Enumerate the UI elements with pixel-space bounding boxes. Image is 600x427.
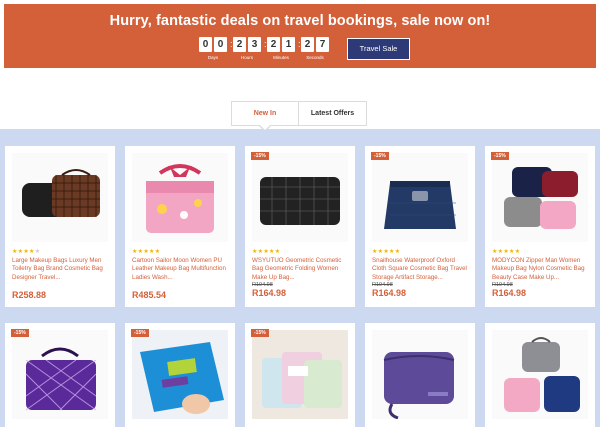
countdown-digit: 1 (282, 37, 295, 52)
discount-badge: -15% (371, 152, 389, 160)
rating-stars: ★★★★★ (132, 249, 161, 255)
product-card[interactable]: -15% ★★★★★ WSYUTUO Geometric Cosmetic Ba… (245, 146, 355, 307)
countdown-digit: 2 (301, 37, 314, 52)
rating-stars: ★★★★★ (492, 249, 521, 255)
product-title[interactable]: WSYUTUO Geometric Cosmetic Bag Geometric… (252, 257, 350, 282)
countdown-label: Minutes (273, 55, 289, 60)
product-card[interactable]: -15% ★★★★★ MODYCON Zipper Man Women Make… (485, 146, 595, 307)
rating-stars: ★★★★★ (372, 249, 401, 255)
product-card[interactable]: ★★★★★ Cartoon Sailor Moon Women PU Leath… (125, 146, 235, 307)
product-card[interactable]: -15% (125, 323, 235, 427)
travel-sale-button[interactable]: Travel Sale (347, 38, 410, 60)
black-geometric-bag-icon (252, 153, 348, 242)
countdown-label: Days (207, 55, 219, 60)
discount-badge: -15% (131, 329, 149, 337)
navy-square-bag-icon (372, 153, 468, 242)
countdown-label: Hours (240, 55, 253, 60)
promo-banner: Hurry, fantastic deals on travel booking… (4, 4, 596, 68)
product-grid: ★★★★★ Large Makeup Bags Luxury Men Toile… (0, 129, 600, 427)
discount-badge: -15% (251, 329, 269, 337)
countdown-label: Seconds (306, 55, 324, 60)
countdown-digit: 0 (199, 37, 212, 52)
product-title[interactable]: MODYCON Zipper Man Women Makeup Bag Nylo… (492, 257, 590, 282)
product-card[interactable]: -15% (245, 323, 355, 427)
product-title[interactable]: Cartoon Sailor Moon Women PU Leather Mak… (132, 257, 230, 282)
product-price: R164.98 (252, 288, 287, 298)
rating-stars: ★★★★★ (252, 249, 281, 255)
product-card[interactable]: -15% ★★★★★ Snailhouse Waterproof Oxford … (365, 146, 475, 307)
tab-latest-offers[interactable]: Latest Offers (299, 102, 366, 125)
countdown-digit: 2 (267, 37, 280, 52)
purple-travel-wallet-icon (372, 330, 468, 419)
countdown-hours: 2 3 Hours (233, 37, 261, 60)
product-card[interactable]: ★★★★★ Large Makeup Bags Luxury Men Toile… (5, 146, 115, 307)
countdown-digit: 3 (248, 37, 261, 52)
tab-new-in[interactable]: New In (232, 102, 299, 132)
discount-badge: -15% (491, 152, 509, 160)
brown-check-toiletry-bag-icon (12, 153, 108, 242)
product-title[interactable]: Snailhouse Waterproof Oxford Cloth Squar… (372, 257, 470, 282)
product-tabs: New In Latest Offers (231, 101, 367, 132)
product-card[interactable] (485, 323, 595, 427)
product-card[interactable] (365, 323, 475, 427)
countdown-seconds: 2 7 Seconds (301, 37, 329, 60)
purple-geometric-case-icon (12, 330, 108, 419)
multicolor-bag-set-icon (492, 153, 588, 242)
product-title[interactable]: Large Makeup Bags Luxury Men Toiletry Ba… (12, 257, 110, 282)
countdown-digit: 2 (233, 37, 246, 52)
pastel-travel-wallets-icon (252, 330, 348, 419)
product-card[interactable]: -15% (5, 323, 115, 427)
product-price: R258.88 (12, 290, 47, 300)
product-price: R164.98 (492, 288, 527, 298)
page: Hurry, fantastic deals on travel booking… (0, 0, 600, 427)
countdown-digit: 7 (316, 37, 329, 52)
product-price: R164.98 (372, 288, 407, 298)
countdown-days: 0 0 Days (199, 37, 227, 60)
rating-stars: ★★★★★ (12, 249, 41, 255)
countdown-minutes: 2 1 Minutes (267, 37, 295, 60)
organizer-bag-set-icon (492, 330, 588, 419)
blue-passport-wallet-icon (132, 330, 228, 419)
banner-title: Hurry, fantastic deals on travel booking… (109, 13, 491, 29)
countdown-digit: 0 (214, 37, 227, 52)
discount-badge: -15% (251, 152, 269, 160)
product-price: R485.54 (132, 290, 167, 300)
pink-vanity-case-icon (132, 153, 228, 242)
discount-badge: -15% (11, 329, 29, 337)
